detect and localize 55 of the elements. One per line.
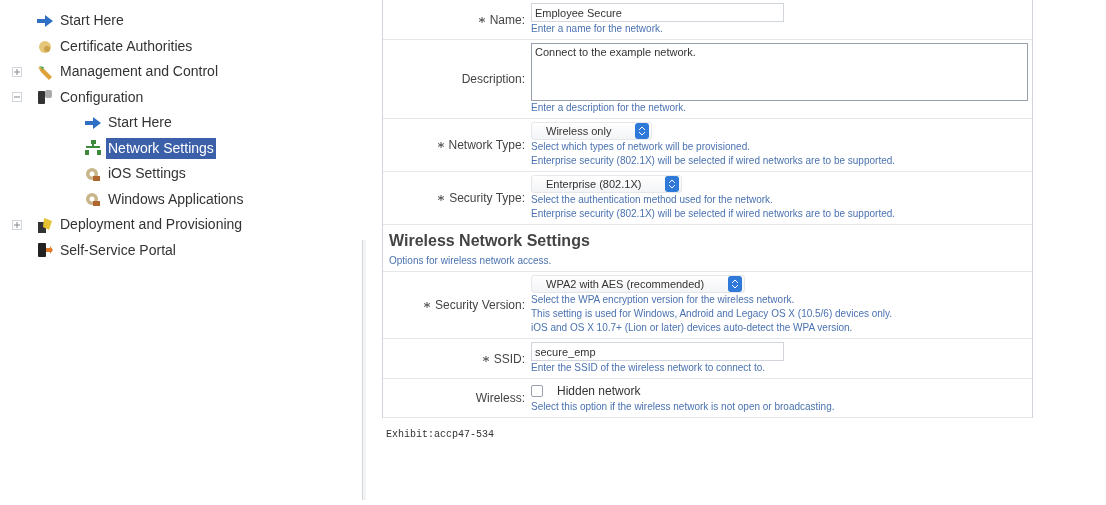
tree-item[interactable]: Self-Service Portal <box>58 239 178 261</box>
device-icon <box>36 88 54 107</box>
stepper-icon <box>665 176 680 192</box>
portal-icon <box>36 241 54 260</box>
network-icon <box>84 139 102 158</box>
hint-text: Enter a name for the network. <box>531 22 664 36</box>
stepper-icon <box>728 276 743 292</box>
field-label: Security Version: <box>434 297 525 314</box>
checkbox-label: Hidden network <box>557 383 641 400</box>
hint-text: Enterprise security (802.1X) will be selected if wired networks are to be supported. <box>531 154 897 168</box>
expand-toggle[interactable] <box>12 66 22 77</box>
tree-item[interactable]: Start Here <box>58 10 126 32</box>
tree-item[interactable]: Configuration <box>58 86 146 108</box>
tree-item[interactable]: iOS Settings <box>106 163 188 185</box>
collapse-toggle[interactable] <box>12 92 22 103</box>
input-field[interactable]: Employee Secure <box>531 3 784 22</box>
hint-text: Enterprise security (802.1X) will be selected if wired networks are to be supported. <box>531 207 897 221</box>
hint-text: Select the authentication method used for the network. <box>531 193 774 207</box>
hint-text: Enter a description for the network. <box>531 101 688 115</box>
arrow-icon <box>36 13 54 28</box>
checkbox[interactable] <box>531 385 543 397</box>
dropdown[interactable]: Enterprise (802.1X) <box>531 175 683 193</box>
text-area[interactable]: Connect to the example network. <box>531 43 1028 101</box>
tree-item[interactable]: Start Here <box>106 112 174 134</box>
field-label: Wireless: <box>475 390 525 407</box>
tree-item[interactable]: Management and Control <box>58 61 220 83</box>
hint-text: Select this option if the wireless network is not open or broadcasting. <box>531 400 836 414</box>
hint-text: Select the WPA encryption version for the wireless network. <box>531 293 796 307</box>
stepper-icon <box>635 123 650 139</box>
dropdown[interactable]: WPA2 with AES (recommended) <box>531 275 746 293</box>
tree-item[interactable]: Certificate Authorities <box>58 35 195 57</box>
plus-icon <box>14 221 20 228</box>
section-subtitle: Options for wireless network access. <box>389 254 553 268</box>
dropdown[interactable]: Wireless only <box>531 122 653 140</box>
hint-text: Enter the SSID of the wireless network to connect to. <box>531 361 766 375</box>
expand-toggle[interactable] <box>12 219 22 230</box>
hint-text: Select which types of network will be provisioned. <box>531 140 751 154</box>
field-label: Network Type: <box>448 137 525 154</box>
field-label: Description: <box>461 71 525 88</box>
tree-item[interactable]: Deployment and Provisioning <box>58 214 245 236</box>
plus-icon <box>14 68 20 75</box>
section-heading: Wireless Network Settings <box>389 231 591 251</box>
tree-item[interactable]: Network Settings <box>106 137 216 159</box>
hint-text: This setting is used for Windows, Android and Legacy OS X (10.5/6) devices only. <box>531 307 894 321</box>
input-field[interactable]: secure_emp <box>531 342 784 361</box>
minus-icon <box>14 94 20 101</box>
gear-icon <box>84 190 102 209</box>
field-label: Security Type: <box>449 190 525 207</box>
field-label: Name: <box>489 11 525 29</box>
arrow-icon <box>84 115 102 130</box>
field-label: SSID: <box>493 350 525 368</box>
tree-item[interactable]: Windows Applications <box>106 188 246 210</box>
hint-text: iOS and OS X 10.7+ (Lion or later) devices auto-detect the WPA version. <box>531 321 854 335</box>
exhibit-caption: Exhibit:accp47-534 <box>386 429 495 440</box>
package-icon <box>36 215 54 234</box>
